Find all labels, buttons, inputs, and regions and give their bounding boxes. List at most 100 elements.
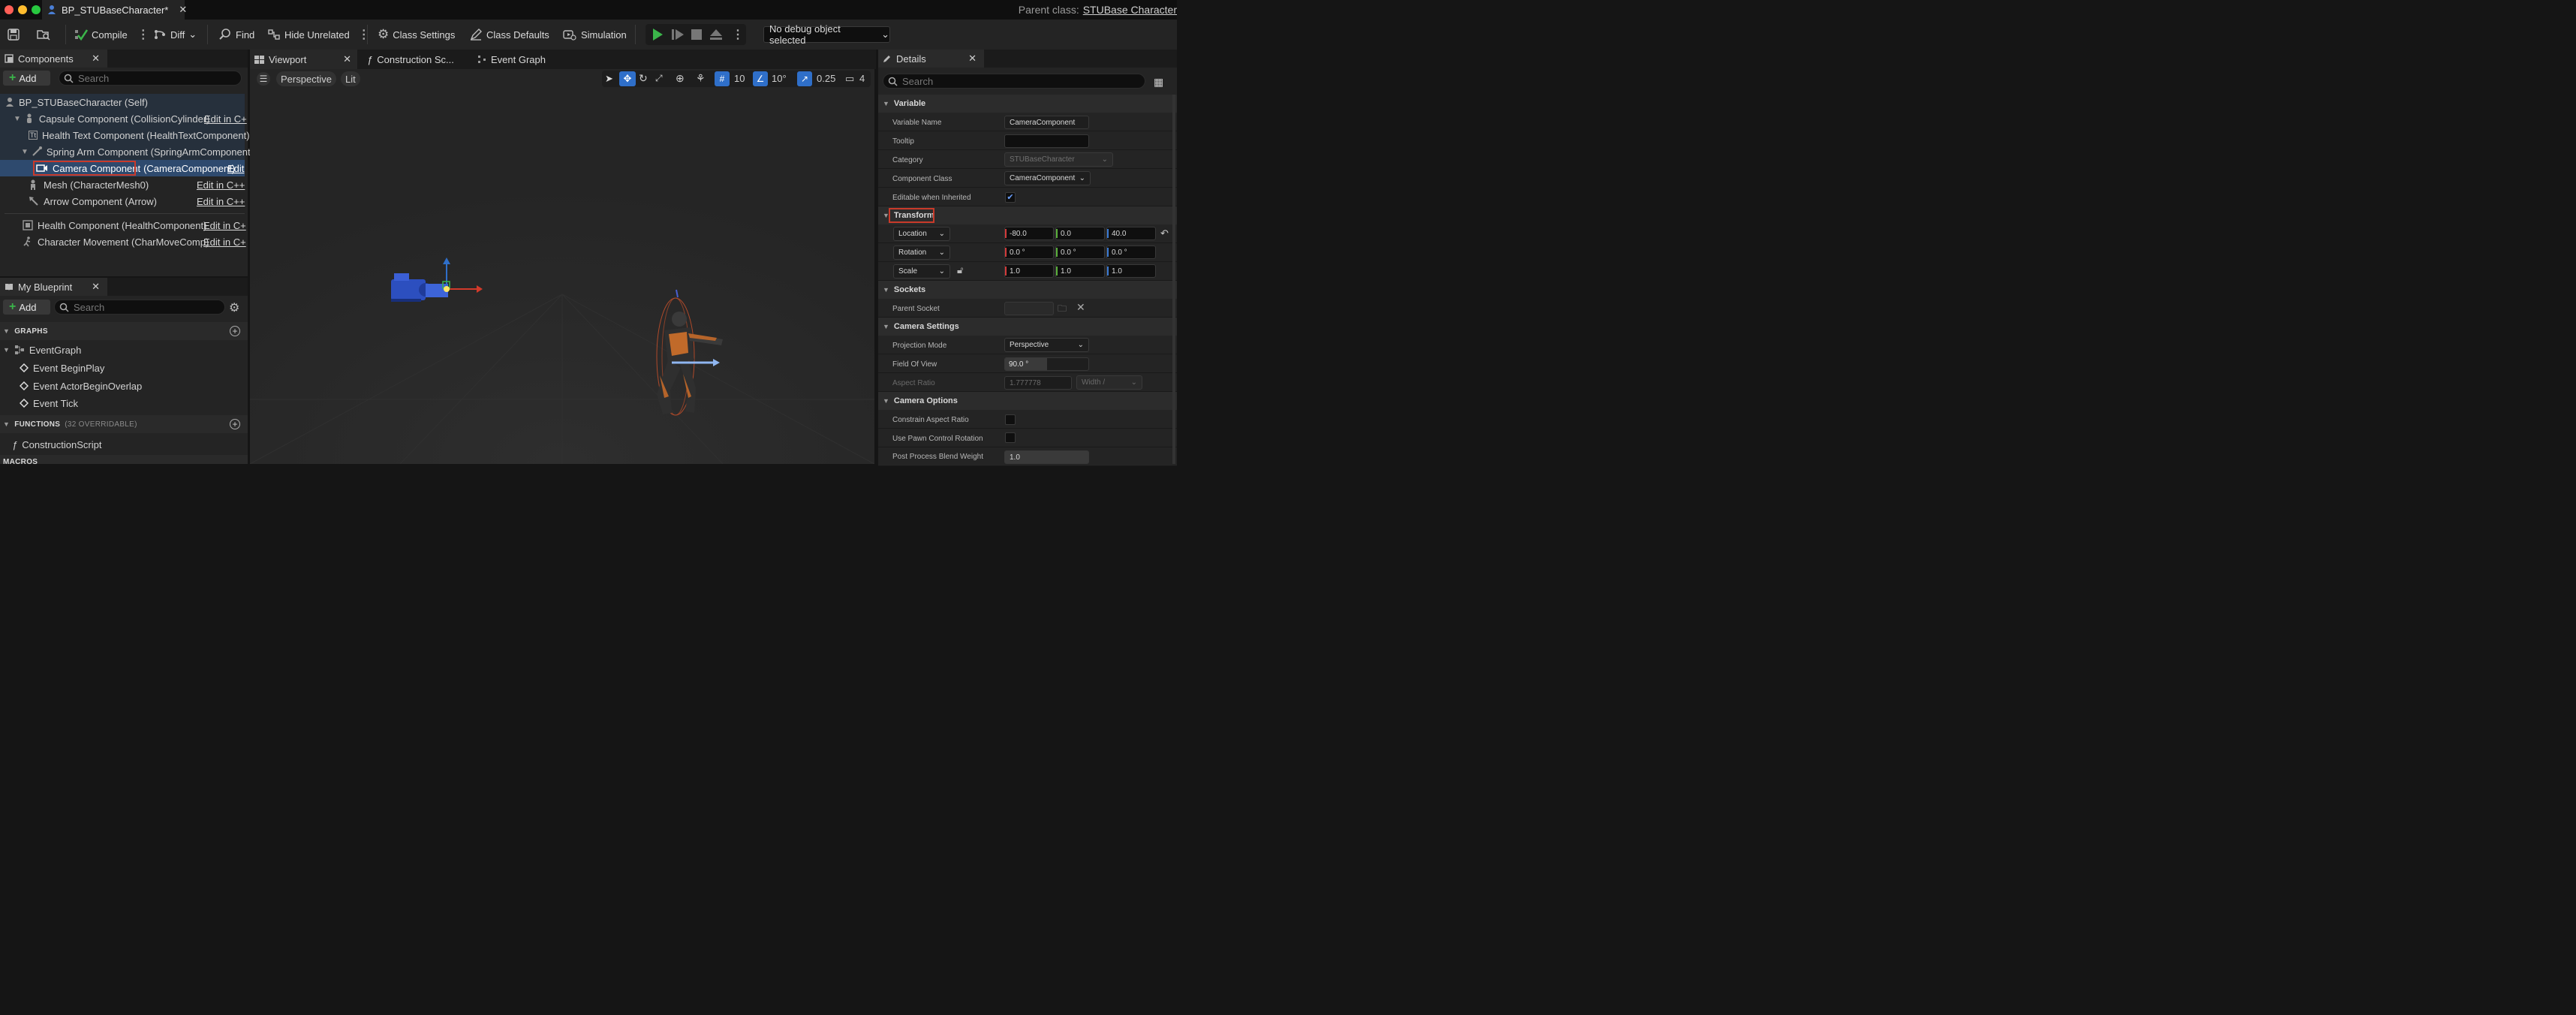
location-z-field[interactable]: 40.0	[1106, 227, 1156, 240]
blend-weight-slider[interactable]: 1.0	[1004, 450, 1089, 464]
world-space-icon[interactable]: ⊕	[676, 72, 685, 85]
find-button[interactable]: Find	[218, 20, 254, 50]
browse-button[interactable]	[36, 20, 51, 50]
minimize-window-button[interactable]	[18, 5, 27, 14]
class-defaults-button[interactable]: Class Defaults	[469, 20, 549, 50]
socket-browse-icon[interactable]: 🗀︎	[1058, 302, 1067, 318]
compile-options-icon[interactable]: ⋮	[137, 27, 149, 42]
close-window-button[interactable]	[5, 5, 14, 14]
grid-snap-value[interactable]: 10	[734, 73, 745, 84]
tree-item-mesh[interactable]: Mesh (CharacterMesh0) Edit in C++	[29, 176, 245, 193]
parent-socket-field[interactable]	[1004, 302, 1054, 315]
parent-class-link[interactable]: STUBase Character	[1083, 4, 1177, 16]
macros-section-header[interactable]: MACROS	[0, 453, 38, 464]
details-tab[interactable]: Details ✕	[878, 50, 984, 68]
scale-mode-combo[interactable]: Scale ⌄	[893, 264, 950, 279]
scale-y-field[interactable]: 1.0	[1055, 264, 1105, 278]
close-details-icon[interactable]: ✕	[968, 53, 977, 65]
save-button[interactable]	[7, 20, 20, 50]
eject-button[interactable]	[709, 28, 723, 41]
graphs-section-header[interactable]: ▼ GRAPHS	[0, 322, 248, 340]
tree-item-self[interactable]: BP_STUBaseCharacter (Self)	[5, 94, 148, 110]
scale-z-field[interactable]: 1.0	[1106, 264, 1156, 278]
stop-button[interactable]	[691, 29, 703, 41]
details-scrollbar[interactable]	[1172, 95, 1175, 464]
components-search-input[interactable]: Search	[59, 71, 242, 86]
table-view-icon[interactable]: ▦	[1154, 76, 1163, 89]
hide-unrelated-button[interactable]: Hide Unrelated ⋮	[267, 20, 370, 50]
class-settings-button[interactable]: ⚙ Class Settings	[378, 20, 455, 50]
close-components-icon[interactable]: ✕	[92, 53, 100, 65]
surface-snap-icon[interactable]: ⚘	[696, 72, 706, 85]
scale-snap-value[interactable]: 0.25	[817, 73, 835, 84]
add-component-button[interactable]: + Add	[3, 71, 50, 86]
diff-button[interactable]: Diff ⌄	[153, 20, 197, 50]
viewport[interactable]	[250, 69, 874, 464]
functions-section-header[interactable]: ▼ FUNCTIONS (32 OVERRIDABLE)	[0, 415, 248, 433]
projection-mode-combo[interactable]: Perspective ⌄	[1004, 338, 1089, 352]
tooltip-field[interactable]	[1004, 134, 1089, 148]
event-item-actorbeginoverlap[interactable]: Event ActorBeginOverlap	[20, 377, 142, 395]
camera-speed-icon[interactable]: ▭	[845, 73, 854, 85]
viewport-menu-icon[interactable]: ☰	[257, 72, 270, 86]
maximize-window-button[interactable]	[32, 5, 41, 14]
camera-mesh[interactable]	[387, 255, 484, 308]
location-x-field[interactable]: -80.0	[1004, 227, 1054, 240]
character-mesh[interactable]	[642, 285, 732, 424]
variable-name-field[interactable]: CameraComponent	[1004, 116, 1089, 129]
tree-item-capsule[interactable]: ▼ Capsule Component (CollisionCylinder) …	[14, 110, 247, 127]
edit-in-cpp-link[interactable]: Edit in C++	[197, 179, 245, 191]
camera-options-section-header[interactable]: ▼ Camera Options	[878, 392, 1177, 410]
step-button[interactable]	[671, 28, 685, 41]
debug-object-select[interactable]: No debug object selected ⌄	[763, 23, 890, 46]
hide-unrelated-options-icon[interactable]: ⋮	[358, 27, 370, 42]
document-tab[interactable]: BP_STUBaseCharacter* ✕	[42, 0, 187, 20]
close-my-blueprint-icon[interactable]: ✕	[92, 281, 100, 293]
scale-snap-icon[interactable]: ↗	[797, 71, 812, 86]
scale-x-field[interactable]: 1.0	[1004, 264, 1054, 278]
my-blueprint-tab[interactable]: My Blueprint ✕	[0, 278, 107, 296]
tree-item-health-component[interactable]: Health Component (HealthComponent) Edit …	[23, 217, 246, 233]
add-member-button[interactable]: + Add	[3, 300, 50, 315]
select-tool-icon[interactable]: ➤	[605, 73, 613, 85]
edit-in-cpp-link[interactable]: Edit	[227, 163, 244, 174]
close-viewport-icon[interactable]: ✕	[343, 53, 351, 65]
translate-tool-icon[interactable]: ✥	[619, 71, 636, 86]
compile-button[interactable]: Compile ⋮	[74, 20, 149, 50]
component-class-combo[interactable]: CameraComponent ⌄	[1004, 171, 1091, 185]
play-button[interactable]	[652, 28, 664, 41]
fov-slider[interactable]: 90.0 °	[1004, 357, 1089, 371]
rotation-y-field[interactable]: 0.0 °	[1055, 245, 1105, 259]
viewport-tab[interactable]: Viewport ✕	[250, 50, 357, 69]
event-item-tick[interactable]: Event Tick	[20, 394, 78, 412]
clear-socket-icon[interactable]: ✕	[1076, 301, 1085, 314]
tree-item-character-movement[interactable]: Character Movement (CharMoveComp) Edit i…	[23, 233, 246, 250]
edit-in-cpp-link[interactable]: Edit in C+	[203, 220, 246, 231]
lit-button[interactable]: Lit	[341, 71, 360, 86]
location-mode-combo[interactable]: Location ⌄	[893, 227, 950, 241]
tree-item-health-text[interactable]: Tt Health Text Component (HealthTextComp…	[29, 127, 250, 143]
construction-script-item[interactable]: ƒ ConstructionScript	[12, 435, 101, 453]
details-search-input[interactable]: Search	[883, 74, 1145, 89]
my-blueprint-search-input[interactable]: Search	[54, 300, 225, 315]
event-graph-tab[interactable]: Event Graph	[473, 50, 578, 69]
rotate-tool-icon[interactable]: ↻	[639, 72, 648, 85]
event-graph-item[interactable]: ▼ EventGraph	[3, 341, 81, 359]
rotation-snap-value[interactable]: 10°	[772, 73, 787, 84]
rotation-snap-icon[interactable]: ∠	[753, 71, 768, 86]
variable-section-header[interactable]: ▼ Variable	[878, 95, 1177, 113]
lock-open-icon[interactable]: 🔓︎	[957, 264, 963, 276]
category-combo[interactable]: STUBaseCharacter ⌄	[1004, 152, 1113, 167]
reset-to-default-icon[interactable]: ↶	[1160, 227, 1169, 239]
play-options-icon[interactable]: ⋮	[732, 27, 744, 42]
camera-settings-section-header[interactable]: ▼ Camera Settings	[878, 318, 1177, 336]
location-y-field[interactable]: 0.0	[1055, 227, 1105, 240]
editable-inherited-checkbox[interactable]: ✔	[1005, 192, 1016, 203]
edit-in-cpp-link[interactable]: Edit in C++	[197, 196, 245, 207]
components-tab[interactable]: Components ✕	[0, 50, 107, 68]
construction-script-tab[interactable]: ƒ Construction Sc...	[363, 50, 468, 69]
event-item-beginplay[interactable]: Event BeginPlay	[20, 359, 104, 377]
rotation-mode-combo[interactable]: Rotation ⌄	[893, 245, 950, 260]
tree-item-arrow[interactable]: Arrow Component (Arrow) Edit in C++	[29, 193, 245, 209]
tree-item-spring-arm[interactable]: ▼ Spring Arm Component (SpringArmCompone…	[21, 143, 254, 160]
